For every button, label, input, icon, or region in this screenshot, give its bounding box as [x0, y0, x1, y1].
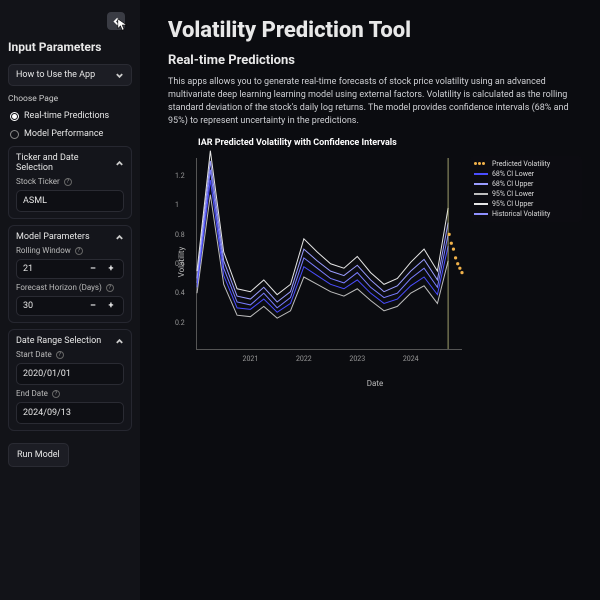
start-date-input[interactable]: 2020/01/01: [16, 363, 124, 385]
model-section-title: Model Parameters: [16, 232, 90, 242]
legend-swatch-icon: [474, 162, 488, 166]
radio-icon: [10, 112, 19, 121]
legend-swatch-icon: [474, 183, 488, 185]
start-date-label: Start Date ?: [16, 350, 124, 359]
start-date-value: 2020/01/01: [23, 369, 71, 379]
legend-item-ci95u: 95% CI Upper: [474, 200, 578, 208]
legend-item-predicted: Predicted Volatility: [474, 160, 578, 168]
legend-swatch-icon: [474, 203, 488, 205]
horizon-label-text: Forecast Horizon (Days): [16, 283, 102, 292]
chevron-up-icon: [115, 233, 124, 242]
model-section-header[interactable]: Model Parameters: [16, 232, 124, 242]
chevron-down-icon: [115, 71, 124, 80]
rolling-label-text: Rolling Window: [16, 246, 71, 255]
run-model-label: Run Model: [17, 450, 60, 460]
ticker-label-text: Stock Ticker: [16, 177, 60, 186]
rolling-increment[interactable]: +: [105, 264, 117, 274]
chart-container: IAR Predicted Volatility with Confidence…: [168, 138, 582, 408]
main-content: Volatility Prediction Tool Real-time Pre…: [140, 0, 600, 600]
choose-page-label: Choose Page: [8, 94, 132, 104]
volatility-chart[interactable]: Volatility 0.20.40.60.811.22021202220232…: [168, 152, 582, 372]
x-axis-label: Date: [367, 379, 383, 388]
help-icon[interactable]: ?: [106, 284, 114, 292]
legend-label: 95% CI Lower: [492, 190, 534, 198]
page-title: Volatility Prediction Tool: [168, 18, 582, 43]
run-model-button[interactable]: Run Model: [8, 443, 69, 467]
page-subtitle: Real-time Predictions: [168, 53, 582, 68]
end-date-label-text: End Date: [16, 389, 48, 398]
horizon-value: 30: [23, 301, 33, 311]
rolling-input[interactable]: 21 – +: [16, 259, 124, 279]
ticker-input[interactable]: ASML: [16, 190, 124, 212]
sidebar: Input Parameters How to Use the App Choo…: [0, 0, 140, 600]
chevron-up-icon: [115, 159, 124, 168]
legend-label: 68% CI Upper: [492, 180, 533, 188]
page-radio-label: Model Performance: [24, 129, 103, 139]
rolling-value: 21: [23, 264, 33, 274]
chevron-up-icon: [115, 337, 124, 346]
legend-label: Predicted Volatility: [492, 160, 550, 168]
horizon-increment[interactable]: +: [105, 301, 117, 311]
legend-swatch-icon: [474, 213, 488, 215]
chart-legend: Predicted Volatility 68% CI Lower 68% CI…: [470, 156, 582, 222]
chart-title: IAR Predicted Volatility with Confidence…: [198, 138, 582, 148]
help-icon[interactable]: ?: [52, 390, 60, 398]
model-section: Model Parameters Rolling Window ? 21 – +…: [8, 225, 132, 323]
ticker-value: ASML: [23, 196, 47, 206]
how-to-expander[interactable]: How to Use the App: [8, 64, 132, 86]
chart-svg: [197, 158, 462, 349]
horizon-label: Forecast Horizon (Days) ?: [16, 283, 124, 292]
page-radio-performance[interactable]: Model Performance: [8, 128, 132, 140]
legend-item-ci95l: 95% CI Lower: [474, 190, 578, 198]
ticker-label: Stock Ticker ?: [16, 177, 124, 186]
ticker-section: Ticker and Date Selection Stock Ticker ?…: [8, 146, 132, 219]
end-date-value: 2024/09/13: [23, 408, 71, 418]
legend-item-hist: Historical Volatility: [474, 210, 578, 218]
legend-label: Historical Volatility: [492, 210, 550, 218]
rolling-label: Rolling Window ?: [16, 246, 124, 255]
date-section: Date Range Selection Start Date ? 2020/0…: [8, 329, 132, 431]
legend-item-ci68u: 68% CI Upper: [474, 180, 578, 188]
intro-text: This apps allows you to generate real-ti…: [168, 76, 582, 128]
how-to-label: How to Use the App: [16, 70, 95, 80]
end-date-label: End Date ?: [16, 389, 124, 398]
chart-axes: 0.20.40.60.811.22021202220232024: [196, 158, 462, 350]
sidebar-title: Input Parameters: [8, 40, 132, 54]
start-date-label-text: Start Date: [16, 350, 52, 359]
help-icon[interactable]: ?: [64, 178, 72, 186]
legend-swatch-icon: [474, 193, 488, 195]
date-section-title: Date Range Selection: [16, 336, 101, 346]
legend-item-ci68l: 68% CI Lower: [474, 170, 578, 178]
help-icon[interactable]: ?: [56, 351, 64, 359]
legend-label: 68% CI Lower: [492, 170, 534, 178]
legend-label: 95% CI Upper: [492, 200, 533, 208]
mouse-cursor-icon: [117, 18, 131, 32]
end-date-input[interactable]: 2024/09/13: [16, 402, 124, 424]
page-radio-label: Real-time Predictions: [24, 111, 109, 121]
ticker-section-title: Ticker and Date Selection: [16, 153, 115, 173]
legend-swatch-icon: [474, 173, 488, 175]
ticker-section-header[interactable]: Ticker and Date Selection: [16, 153, 124, 173]
radio-icon: [10, 130, 19, 139]
help-icon[interactable]: ?: [75, 247, 83, 255]
horizon-input[interactable]: 30 – +: [16, 296, 124, 316]
horizon-decrement[interactable]: –: [87, 301, 99, 311]
page-radio-realtime[interactable]: Real-time Predictions: [8, 110, 132, 122]
date-section-header[interactable]: Date Range Selection: [16, 336, 124, 346]
rolling-decrement[interactable]: –: [87, 264, 99, 274]
